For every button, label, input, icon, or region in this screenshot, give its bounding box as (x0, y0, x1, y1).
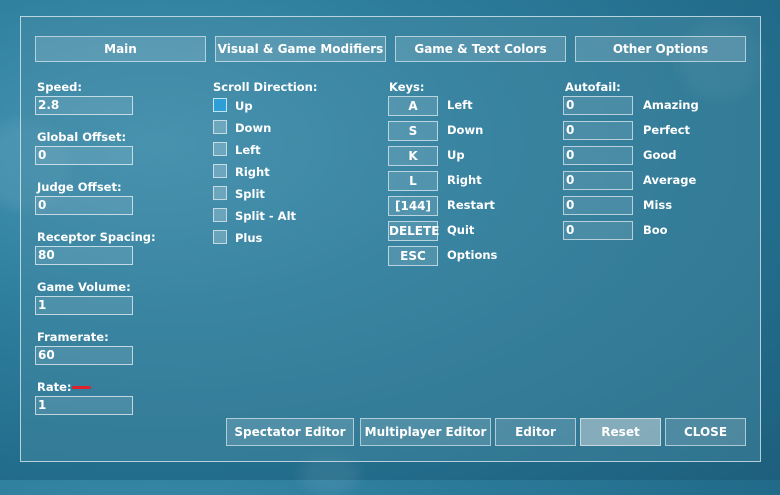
key-quit-binding[interactable]: DELETE (388, 221, 439, 241)
autofail-amazing-input[interactable]: 0 (563, 96, 633, 115)
tab-other-options[interactable]: Other Options (575, 36, 746, 62)
speed-label: Speed: (37, 80, 82, 94)
autofail-average-input[interactable]: 0 (563, 171, 633, 190)
key-up-binding[interactable]: K (388, 146, 438, 166)
global-offset-input[interactable]: 0 (35, 146, 133, 165)
close-button[interactable]: CLOSE (665, 418, 746, 446)
options-panel: Main Visual & Game Modifiers Game & Text… (20, 16, 761, 462)
speed-input[interactable]: 2.8 (35, 96, 133, 115)
autofail-perfect-input[interactable]: 0 (563, 121, 633, 140)
key-right-binding[interactable]: L (388, 171, 438, 191)
rate-indicator-mark (72, 386, 91, 389)
scroll-split-alt-checkbox[interactable] (213, 208, 227, 222)
key-options-label: Options (447, 248, 498, 262)
tab-game-text-colors[interactable]: Game & Text Colors (395, 36, 566, 62)
tab-main[interactable]: Main (35, 36, 206, 62)
key-restart-label: Restart (447, 198, 495, 212)
scroll-left-checkbox[interactable] (213, 142, 227, 156)
framerate-input[interactable]: 60 (35, 346, 133, 365)
scroll-up-checkbox[interactable] (213, 98, 227, 112)
scroll-split-alt-label: Split - Alt (235, 209, 297, 223)
autofail-title: Autofail: (565, 80, 621, 94)
global-offset-label: Global Offset: (37, 130, 127, 144)
game-volume-label: Game Volume: (37, 280, 131, 294)
rate-label: Rate: (37, 380, 72, 394)
receptor-spacing-label: Receptor Spacing: (37, 230, 156, 244)
scroll-left-label: Left (235, 143, 261, 157)
receptor-spacing-input[interactable]: 80 (35, 246, 133, 265)
rate-input[interactable]: 1 (35, 396, 133, 415)
scroll-direction-title: Scroll Direction: (213, 80, 318, 94)
key-left-label: Left (447, 98, 473, 112)
scroll-split-checkbox[interactable] (213, 186, 227, 200)
autofail-perfect-label: Perfect (643, 123, 691, 137)
game-volume-input[interactable]: 1 (35, 296, 133, 315)
scroll-plus-label: Plus (235, 231, 263, 245)
multiplayer-editor-button[interactable]: Multiplayer Editor (360, 418, 491, 446)
key-left-binding[interactable]: A (388, 96, 438, 116)
key-down-binding[interactable]: S (388, 121, 438, 141)
scroll-down-checkbox[interactable] (213, 120, 227, 134)
key-right-label: Right (447, 173, 482, 187)
scroll-split-label: Split (235, 187, 265, 201)
editor-button[interactable]: Editor (495, 418, 576, 446)
autofail-miss-input[interactable]: 0 (563, 196, 633, 215)
keys-title: Keys: (389, 80, 425, 94)
key-up-label: Up (447, 148, 465, 162)
autofail-boo-input[interactable]: 0 (563, 221, 633, 240)
scroll-plus-checkbox[interactable] (213, 230, 227, 244)
judge-offset-label: Judge Offset: (37, 180, 122, 194)
autofail-good-input[interactable]: 0 (563, 146, 633, 165)
autofail-average-label: Average (643, 173, 697, 187)
autofail-boo-label: Boo (643, 223, 668, 237)
spectator-editor-button[interactable]: Spectator Editor (226, 418, 354, 446)
scroll-right-label: Right (235, 165, 270, 179)
key-down-label: Down (447, 123, 484, 137)
autofail-miss-label: Miss (643, 198, 673, 212)
scroll-up-label: Up (235, 99, 253, 113)
key-options-binding[interactable]: ESC (388, 246, 438, 266)
tab-visual-game-modifiers[interactable]: Visual & Game Modifiers (215, 36, 386, 62)
autofail-amazing-label: Amazing (643, 98, 699, 112)
key-quit-label: Quit (447, 223, 475, 237)
scroll-right-checkbox[interactable] (213, 164, 227, 178)
reset-button[interactable]: Reset (580, 418, 661, 446)
key-restart-binding[interactable]: [144] (388, 196, 438, 216)
background: { "tabs": ["Main", "Visual & Game Modifi… (0, 0, 780, 495)
framerate-label: Framerate: (37, 330, 109, 344)
autofail-good-label: Good (643, 148, 677, 162)
scroll-down-label: Down (235, 121, 272, 135)
judge-offset-input[interactable]: 0 (35, 196, 133, 215)
